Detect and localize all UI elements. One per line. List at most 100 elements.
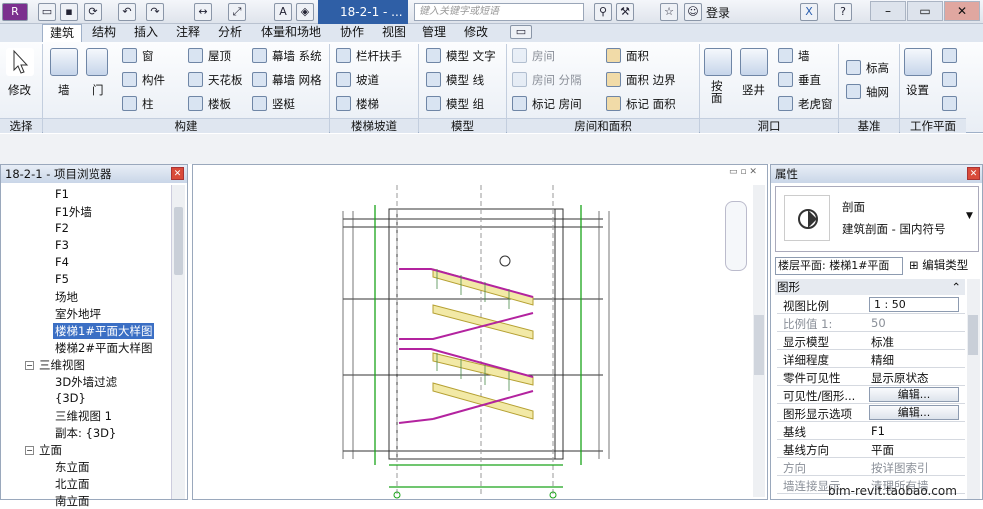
collapse-icon[interactable]: −: [25, 446, 34, 455]
collapse-icon[interactable]: −: [25, 361, 34, 370]
prop-row[interactable]: 图形显示选项 编辑...: [777, 404, 965, 422]
wall-opening-button[interactable]: 墙: [798, 48, 810, 64]
3d-view-icon[interactable]: ◈: [296, 3, 314, 21]
instance-dropdown[interactable]: 楼层平面: 楼梯1#平面: [775, 257, 903, 275]
tab-structure[interactable]: 结构: [86, 24, 122, 42]
properties-scrollbar[interactable]: [967, 279, 980, 499]
binoculars-icon[interactable]: ⚲: [594, 3, 612, 21]
floor-icon[interactable]: [188, 96, 203, 111]
model-text-button[interactable]: 模型 文字: [446, 48, 496, 64]
tab-massing-site[interactable]: 体量和场地: [256, 24, 326, 42]
exchange-icon[interactable]: X: [800, 3, 818, 21]
minimize-icon[interactable]: –: [870, 1, 906, 21]
chevron-down-icon[interactable]: ▼: [966, 211, 973, 221]
grid-button[interactable]: 轴网: [866, 84, 889, 100]
tree-item[interactable]: F1外墙: [55, 204, 92, 220]
ramp-icon[interactable]: [336, 72, 351, 87]
tree-item[interactable]: F2: [55, 221, 69, 235]
prop-row[interactable]: 方向 按详图索引: [777, 458, 965, 476]
tree-item[interactable]: 东立面: [55, 459, 90, 475]
dimension-icon[interactable]: ⤢: [228, 3, 246, 21]
tree-item[interactable]: 3D外墙过滤: [55, 374, 117, 390]
edit-type-button[interactable]: ⊞ 编辑类型: [909, 257, 981, 275]
curtain-grid-icon[interactable]: [252, 72, 267, 87]
show-workplane-icon[interactable]: [942, 48, 957, 63]
component-icon[interactable]: [122, 72, 137, 87]
component-button[interactable]: 构件: [142, 72, 165, 88]
login-link[interactable]: 登录: [706, 4, 730, 21]
roof-icon[interactable]: [188, 48, 203, 63]
grid-icon[interactable]: [846, 84, 861, 99]
tree-item[interactable]: F3: [55, 238, 69, 252]
prop-row[interactable]: 基线 F1: [777, 422, 965, 440]
sync-icon[interactable]: ⟳: [84, 3, 102, 21]
level-icon[interactable]: [846, 60, 861, 75]
wall-opening-icon[interactable]: [778, 48, 793, 63]
navigation-bar[interactable]: [725, 201, 747, 271]
prop-row[interactable]: 详细程度 精细: [777, 350, 965, 368]
tree-item[interactable]: 楼梯2#平面大样图: [55, 340, 152, 356]
tree-item[interactable]: F5: [55, 272, 69, 286]
redo-icon[interactable]: ↷: [146, 3, 164, 21]
help-icon[interactable]: ?: [834, 3, 852, 21]
tag-room-button[interactable]: 标记 房间: [532, 96, 582, 112]
floor-button[interactable]: 楼板: [208, 96, 231, 112]
view-cube-icon[interactable]: ▭ ▫ ✕: [729, 167, 763, 179]
tab-insert[interactable]: 插入: [128, 24, 164, 42]
stair-button[interactable]: 楼梯: [356, 96, 379, 112]
dormer-icon[interactable]: [778, 96, 793, 111]
tree-item[interactable]: {3D}: [55, 391, 86, 405]
model-text-icon[interactable]: [426, 48, 441, 63]
by-face-button[interactable]: 按面: [711, 80, 725, 104]
model-group-icon[interactable]: [426, 96, 441, 111]
tag-room-icon[interactable]: [512, 96, 527, 111]
model-line-icon[interactable]: [426, 72, 441, 87]
area-boundary-button[interactable]: 面积 边界: [626, 72, 676, 88]
column-button[interactable]: 柱: [142, 96, 154, 112]
window-button[interactable]: 窗: [142, 48, 154, 64]
group-header[interactable]: 图形 ⌃: [775, 279, 965, 295]
model-line-button[interactable]: 模型 线: [446, 72, 484, 88]
measure-icon[interactable]: ↔: [194, 3, 212, 21]
text-icon[interactable]: A: [274, 3, 292, 21]
tab-collaborate[interactable]: 协作: [334, 24, 370, 42]
edit-graphics-button[interactable]: 编辑...: [869, 405, 959, 420]
curtain-system-icon[interactable]: [252, 48, 267, 63]
tab-architecture[interactable]: 建筑: [42, 24, 82, 42]
window-icon[interactable]: [122, 48, 137, 63]
app-menu-icon[interactable]: R: [2, 3, 28, 21]
tag-area-button[interactable]: 标记 面积: [626, 96, 676, 112]
star-icon[interactable]: ☆: [660, 3, 678, 21]
area-boundary-icon[interactable]: [606, 72, 621, 87]
tree-item[interactable]: 室外地坪: [55, 306, 101, 322]
column-icon[interactable]: [122, 96, 137, 111]
wrench-icon[interactable]: ⚒: [616, 3, 634, 21]
prop-row[interactable]: 基线方向 平面: [777, 440, 965, 458]
tree-group-3d[interactable]: 三维视图: [39, 357, 85, 373]
prop-row[interactable]: 视图比例 1 : 50: [777, 296, 965, 314]
browser-scrollbar[interactable]: [171, 185, 185, 499]
prop-row[interactable]: 显示模型 标准: [777, 332, 965, 350]
tab-analyze[interactable]: 分析: [212, 24, 248, 42]
tree-item-selected[interactable]: 楼梯1#平面大样图: [53, 323, 155, 339]
roof-button[interactable]: 屋顶: [208, 48, 231, 64]
level-button[interactable]: 标高: [866, 60, 889, 76]
tree-item[interactable]: F4: [55, 255, 69, 269]
tab-modify[interactable]: 修改: [458, 24, 494, 42]
tab-annotate[interactable]: 注释: [170, 24, 206, 42]
tree-item[interactable]: 北立面: [55, 476, 90, 492]
ramp-button[interactable]: 坡道: [356, 72, 379, 88]
model-group-button[interactable]: 模型 组: [446, 96, 484, 112]
vertical-scrollbar[interactable]: [753, 185, 765, 497]
wall-button[interactable]: 墙: [58, 82, 70, 98]
tab-manage[interactable]: 管理: [416, 24, 452, 42]
room-separator-button[interactable]: 房间 分隔: [532, 72, 582, 88]
view-scale-field[interactable]: 1 : 50: [869, 297, 959, 312]
close-icon[interactable]: ✕: [944, 1, 980, 21]
vertical-opening-icon[interactable]: [778, 72, 793, 87]
ceiling-icon[interactable]: [188, 72, 203, 87]
by-face-icon[interactable]: [704, 48, 732, 76]
set-workplane-button[interactable]: 设置: [906, 82, 929, 98]
tree-group-elevation[interactable]: 立面: [39, 442, 62, 458]
edit-visibility-button[interactable]: 编辑...: [869, 387, 959, 402]
